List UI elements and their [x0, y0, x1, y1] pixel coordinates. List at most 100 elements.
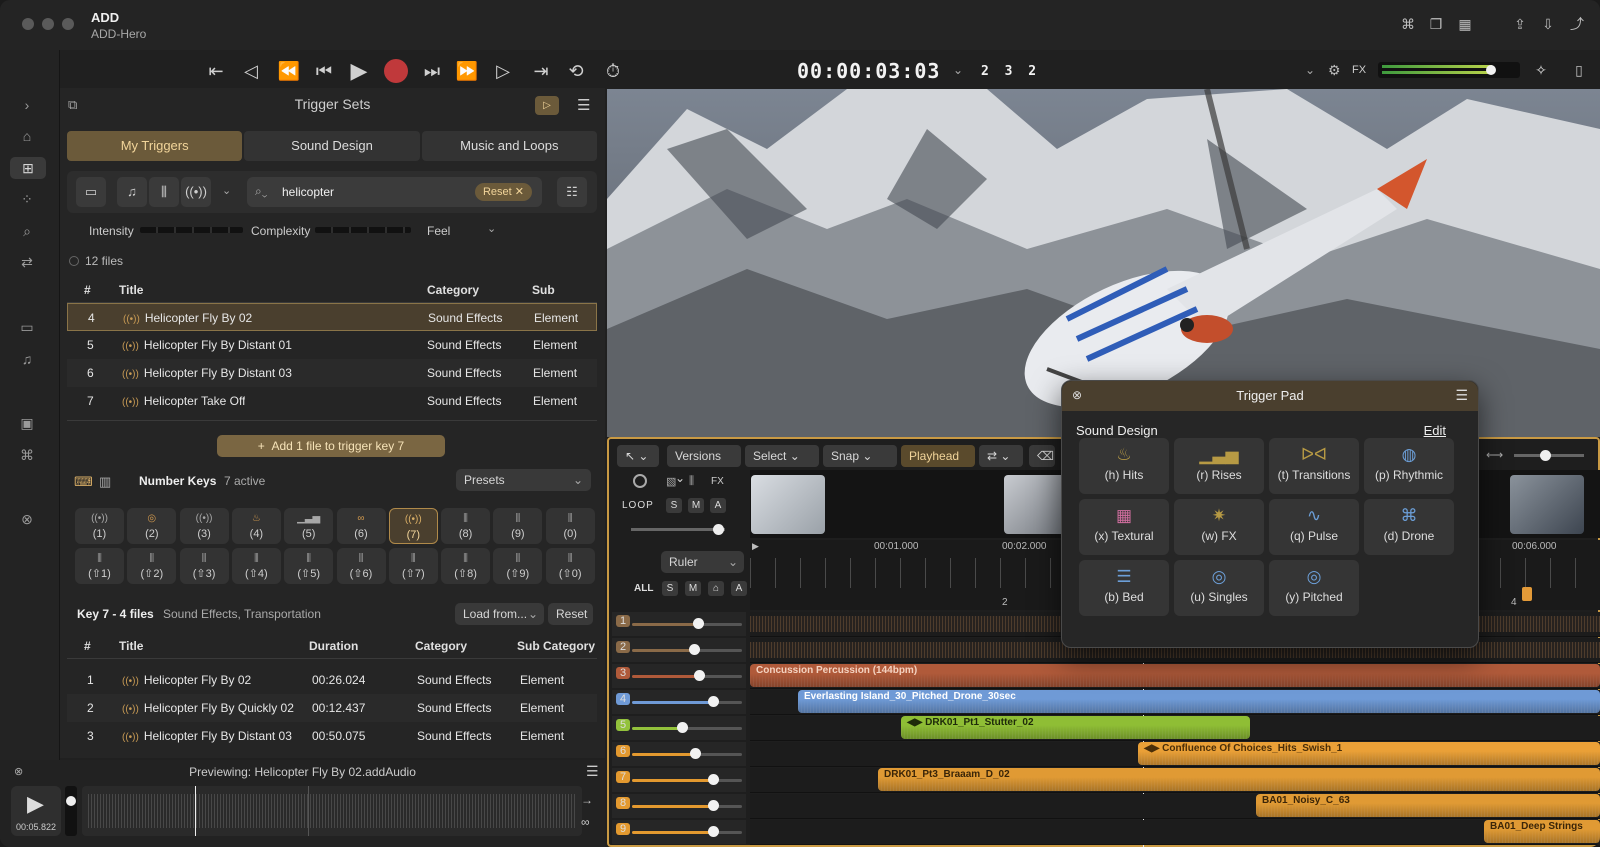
trigger-key-6[interactable]: ∞ (6) — [336, 508, 386, 544]
next-marker-button[interactable]: ▷ — [490, 58, 516, 84]
versions-dropdown[interactable]: Versions ⌄ — [667, 445, 741, 485]
col-title[interactable]: Title — [119, 633, 143, 659]
music-filter-button[interactable]: ♫ — [117, 177, 147, 207]
preview-play-button[interactable]: ▶ 00:05.822 — [11, 786, 61, 836]
trigger-sets-icon[interactable]: ⊞ — [10, 157, 46, 179]
track-header[interactable]: 7 — [612, 768, 746, 792]
complexity-slider[interactable] — [315, 227, 411, 233]
share-icon[interactable]: ⇪ — [1509, 14, 1531, 34]
table-row[interactable]: 3 ((•)) Helicopter Fly By Distant 03 00:50.… — [67, 722, 597, 750]
col-duration[interactable]: Duration — [309, 633, 358, 659]
trigger-key-6[interactable]: ⫼ (⇧6) — [336, 548, 386, 584]
track-volume-slider[interactable] — [632, 618, 742, 629]
col-subcategory[interactable]: Sub Category — [517, 633, 595, 659]
waveform-filter-button[interactable]: ⫼ — [149, 177, 179, 207]
fast-forward-button[interactable]: ⏩ — [454, 58, 480, 84]
volume-knob[interactable] — [708, 696, 720, 707]
table-row[interactable]: 6 ((•)) Helicopter Fly By Distant 03 Soun… — [67, 359, 597, 387]
mute-all-button[interactable]: M — [685, 581, 701, 596]
solo-all-button[interactable]: S — [662, 581, 678, 596]
track-volume-slider[interactable] — [632, 696, 742, 707]
trigger-key-5[interactable]: ▁▃▅ (5) — [284, 508, 334, 544]
col-number[interactable]: # — [84, 633, 91, 659]
puzzle-icon[interactable]: ⌘ — [1397, 14, 1419, 34]
volume-knob[interactable] — [708, 826, 720, 837]
audio-clip[interactable]: BA01_Deep Strings — [1484, 820, 1600, 843]
volume-knob[interactable] — [693, 618, 704, 629]
table-row[interactable]: 2 ((•)) Helicopter Fly By Quickly 02 00:12.… — [67, 694, 597, 722]
track-volume-slider[interactable] — [632, 748, 742, 759]
keyboard-icon[interactable]: ⌨ — [74, 474, 93, 490]
intensity-slider[interactable] — [140, 227, 243, 233]
download-icon[interactable]: ⇩ — [1537, 14, 1559, 34]
track-header[interactable]: 3 — [612, 664, 746, 688]
pad-rhythmic[interactable]: ◍ (p) Rhythmic — [1364, 438, 1454, 494]
track-header[interactable]: 8 — [612, 794, 746, 818]
pointer-tool-button[interactable]: ↖ ⌄ — [617, 445, 659, 467]
piano-keys-icon[interactable]: ▥ — [99, 474, 111, 490]
track-header[interactable]: 2 — [612, 638, 746, 662]
video-volume-slider[interactable] — [631, 524, 725, 535]
volume-knob[interactable] — [676, 722, 688, 733]
select-dropdown[interactable]: Select ⌄ — [745, 445, 819, 467]
trigger-key-1[interactable]: ⫼ (⇧1) — [75, 548, 124, 584]
select-all-checkbox[interactable] — [69, 256, 79, 266]
library-icon[interactable]: ▭ — [16, 316, 38, 338]
tab-my-triggers[interactable]: My Triggers — [67, 131, 243, 161]
go-to-end-button[interactable]: ⇥ — [528, 58, 554, 84]
trigger-key-1[interactable]: ((•)) (1) — [75, 508, 124, 544]
gain-knob[interactable] — [633, 474, 647, 488]
image-icon[interactable]: ▧ — [666, 475, 676, 488]
col-category[interactable]: Category — [427, 277, 479, 303]
pad-hits[interactable]: ♨ (h) Hits — [1079, 438, 1169, 494]
audio-clip[interactable]: BA01_Noisy_C_63 — [1256, 794, 1600, 817]
menu-icon[interactable]: ☰ — [577, 96, 590, 114]
pad-pulse[interactable]: ∿ (q) Pulse — [1269, 499, 1359, 555]
pad-fx[interactable]: ✷ (w) FX — [1174, 499, 1264, 555]
previous-marker-button[interactable]: ◁ — [238, 58, 264, 84]
trigger-key-3[interactable]: ⫼ (⇧3) — [179, 548, 229, 584]
track-lane[interactable] — [750, 820, 1600, 845]
trigger-key-9[interactable]: ⫼ (⇧9) — [493, 548, 543, 584]
close-window-button[interactable] — [22, 18, 34, 30]
pad-rises[interactable]: ▁▃▅ (r) Rises — [1174, 438, 1264, 494]
playhead-dropdown[interactable]: Playhead ⌄ — [901, 445, 975, 485]
play-from-start-icon[interactable]: ▶ — [752, 541, 759, 552]
track-volume-slider[interactable] — [632, 722, 742, 733]
swap-tool-button[interactable]: ⇄ ⌄ — [979, 445, 1023, 467]
reset-search-button[interactable]: Reset ✕ — [474, 183, 532, 201]
chevron-down-icon[interactable]: ⌄ — [222, 184, 231, 197]
track-header[interactable]: 9 — [612, 820, 746, 844]
track-volume-slider[interactable] — [632, 774, 742, 785]
fx-button[interactable]: FX — [711, 476, 724, 487]
trigger-key-2[interactable]: ◎ (2) — [127, 508, 177, 544]
ruler-dropdown[interactable]: Ruler ⌄ — [661, 551, 744, 573]
layers-icon[interactable]: ❐ — [1425, 14, 1447, 34]
play-triggers-button[interactable]: ▷ — [535, 96, 559, 115]
trigger-key-7[interactable]: ⫼ (⇧7) — [388, 548, 438, 584]
volume-knob[interactable] — [708, 774, 720, 785]
col-title[interactable]: Title — [119, 277, 143, 303]
rewind-button[interactable]: ⏪ — [276, 58, 302, 84]
playhead-marker[interactable] — [1522, 587, 1532, 601]
go-to-start-button[interactable]: ⇤ — [203, 58, 229, 84]
table-row[interactable]: 1 ((•)) Helicopter Fly By 02 00:26.024 Sound… — [67, 666, 597, 694]
table-row[interactable]: 7 ((•)) Helicopter Take Off Sound Effects… — [67, 387, 597, 415]
broadcast-filter-button[interactable]: ((•)) — [181, 177, 211, 207]
gear-icon[interactable]: ⚙ — [1328, 62, 1341, 79]
load-from-dropdown[interactable]: Load from... ⌄ — [455, 603, 544, 625]
archive-icon[interactable]: ▣ — [16, 412, 38, 434]
audio-clip[interactable]: DRK01_Pt3_Braaam_D_02 — [878, 768, 1600, 791]
pad-transitions[interactable]: ᐅᐊ (t) Transitions — [1269, 438, 1359, 494]
minimize-window-button[interactable] — [42, 18, 54, 30]
mute-button[interactable]: M — [688, 498, 704, 513]
volume-knob[interactable] — [689, 748, 701, 759]
fit-width-icon[interactable]: ⟷ — [1486, 448, 1503, 462]
trigger-key-10[interactable]: ⫼ (0) — [545, 508, 595, 544]
zoom-window-button[interactable] — [62, 18, 74, 30]
timecode-display[interactable]: 00:00:03:03 — [797, 59, 940, 83]
plugin-icon[interactable]: ⌘ — [16, 444, 38, 466]
waveform-icon[interactable]: ⫼ — [689, 475, 694, 488]
volume-knob[interactable] — [694, 670, 706, 681]
trigger-key-8[interactable]: ⫼ (8) — [441, 508, 491, 544]
